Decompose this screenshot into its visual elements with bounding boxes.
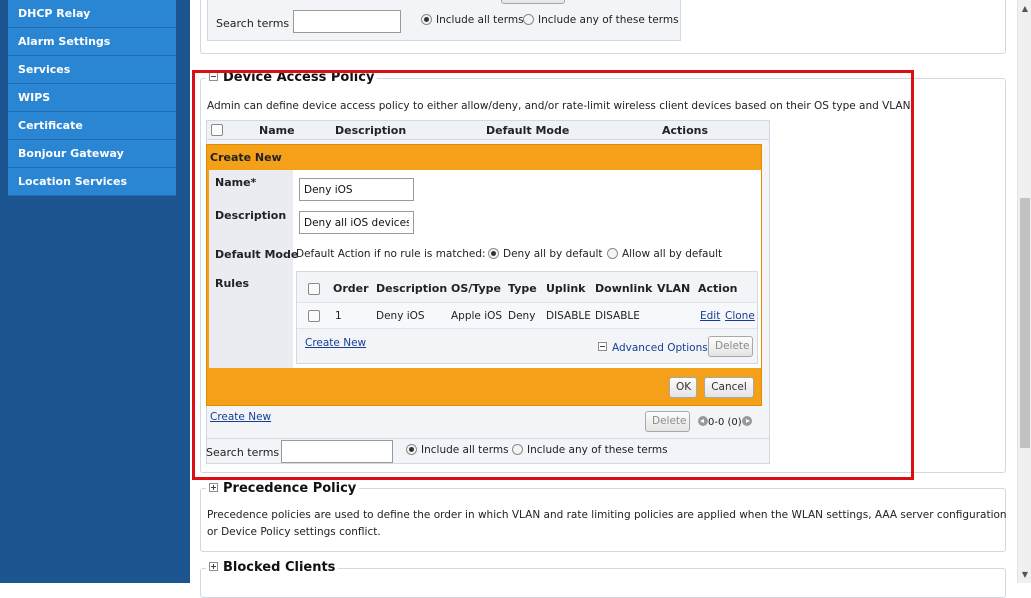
scroll-up-icon[interactable]: ▲ <box>1018 0 1031 17</box>
rules-col-action: Action <box>698 282 738 295</box>
rules-select-all-checkbox[interactable] <box>308 283 320 295</box>
top-search-box: Search terms Include all terms Include a… <box>207 0 681 41</box>
create-new-title: Create New <box>210 151 282 164</box>
rules-col-downlink: Downlink <box>595 282 653 295</box>
name-label: Name* <box>215 176 257 189</box>
advanced-options-toggle[interactable]: Advanced Options <box>598 342 708 354</box>
sidebar-item-dhcp-relay[interactable]: DHCP Relay <box>8 0 176 28</box>
next-page-icon[interactable] <box>741 416 752 426</box>
top-include-any[interactable]: Include any of these terms <box>523 14 679 26</box>
default-action-text: Default Action if no rule is matched: <box>296 248 486 260</box>
rule-edit-link[interactable]: Edit <box>700 310 720 322</box>
pager: 0-0 (0) <box>698 416 752 428</box>
rules-table: Order Description OS/Type Type Uplink Do… <box>296 271 758 364</box>
vertical-scrollbar[interactable]: ▲ ▼ <box>1017 0 1031 583</box>
rule-clone-link[interactable]: Clone <box>725 310 755 322</box>
scroll-down-icon[interactable]: ▼ <box>1018 566 1031 583</box>
include-any-radio[interactable] <box>523 14 534 25</box>
rule-downlink: DISABLE <box>595 310 640 322</box>
policy-search-label: Search terms <box>206 446 280 459</box>
rules-col-os-type: OS/Type <box>451 282 501 295</box>
create-new-link[interactable]: Create New <box>210 411 271 423</box>
sidebar-item-wips[interactable]: WIPS <box>8 84 176 112</box>
pager-text: 0-0 (0) <box>708 417 742 428</box>
sidebar-item-location-services[interactable]: Location Services <box>8 168 176 196</box>
previous-page-icon[interactable] <box>698 416 708 426</box>
collapse-icon[interactable] <box>209 72 218 81</box>
include-all-radio[interactable] <box>421 14 432 25</box>
select-all-checkbox[interactable] <box>211 124 223 136</box>
allow-all-option[interactable]: Allow all by default <box>607 248 722 260</box>
ok-button[interactable]: OK <box>669 377 697 398</box>
rule-os-type: Apple iOS <box>451 310 503 322</box>
sidebar-item-alarm-settings[interactable]: Alarm Settings <box>8 28 176 56</box>
policy-include-all[interactable]: Include all terms <box>406 444 509 456</box>
rule-type: Deny <box>508 310 536 322</box>
col-description: Description <box>335 124 407 137</box>
rules-col-vlan: VLAN <box>657 282 691 295</box>
policy-search-input[interactable] <box>281 440 393 463</box>
device-access-policy-description: Admin can define device access policy to… <box>207 100 914 112</box>
search-terms-label: Search terms <box>216 17 290 30</box>
blocked-clients-title[interactable]: Blocked Clients <box>206 560 339 575</box>
name-input[interactable] <box>299 178 414 201</box>
rules-create-new-link[interactable]: Create New <box>305 337 366 349</box>
top-search-input[interactable] <box>293 10 401 33</box>
include-any-radio[interactable] <box>512 444 523 455</box>
expand-icon[interactable] <box>209 483 218 492</box>
sidebar-item-certificate[interactable]: Certificate <box>8 112 176 140</box>
table-row: 1 Deny iOS Apple iOS Deny DISABLE DISABL… <box>297 302 757 329</box>
rules-label: Rules <box>215 277 250 290</box>
policy-search-row: Search terms Include all terms Include a… <box>206 438 770 464</box>
precedence-description-line2: or Device Policy settings conflict. <box>207 526 381 538</box>
policy-table-header: Name Description Default Mode Actions <box>206 120 770 140</box>
rule-row-checkbox[interactable] <box>308 310 320 322</box>
rules-delete-button[interactable]: Delete <box>708 336 753 357</box>
device-access-policy-title[interactable]: Device Access Policy <box>206 70 378 85</box>
col-name: Name <box>259 124 295 137</box>
form-label-column <box>209 170 293 368</box>
main-content: Search terms Include all terms Include a… <box>190 0 1017 598</box>
deny-all-radio[interactable] <box>488 248 499 259</box>
include-all-radio[interactable] <box>406 444 417 455</box>
sidebar-item-bonjour-gateway[interactable]: Bonjour Gateway <box>8 140 176 168</box>
rules-col-uplink: Uplink <box>546 282 586 295</box>
top-hidden-button[interactable] <box>501 0 565 4</box>
create-new-panel: Create New Name* Description Default Mod… <box>206 144 762 406</box>
precedence-description-line1: Precedence policies are used to define t… <box>207 509 1007 521</box>
description-input[interactable] <box>299 211 414 234</box>
top-section: Search terms Include all terms Include a… <box>200 0 1006 54</box>
policy-include-any[interactable]: Include any of these terms <box>512 444 668 456</box>
rules-col-type: Type <box>508 282 537 295</box>
rule-order: 1 <box>335 310 342 322</box>
sidebar-menu: DHCP Relay Alarm Settings Services WIPS … <box>8 0 176 196</box>
rule-description: Deny iOS <box>376 310 425 322</box>
col-actions: Actions <box>662 124 708 137</box>
collapse-icon[interactable] <box>598 342 607 351</box>
delete-button[interactable]: Delete <box>645 411 690 432</box>
precedence-policy-title[interactable]: Precedence Policy <box>206 481 360 496</box>
expand-icon[interactable] <box>209 562 218 571</box>
create-form: Name* Description Default Mode Default A… <box>209 170 761 368</box>
sidebar-item-services[interactable]: Services <box>8 56 176 84</box>
description-label: Description <box>215 209 287 222</box>
default-mode-label: Default Mode <box>215 248 299 261</box>
cancel-button[interactable]: Cancel <box>704 377 754 398</box>
top-include-all[interactable]: Include all terms <box>421 14 524 26</box>
deny-all-option[interactable]: Deny all by default <box>488 248 603 260</box>
scrollbar-thumb[interactable] <box>1020 198 1030 448</box>
rules-col-order: Order <box>333 282 369 295</box>
sidebar: DHCP Relay Alarm Settings Services WIPS … <box>0 0 190 583</box>
col-default-mode: Default Mode <box>486 124 570 137</box>
rule-uplink: DISABLE <box>546 310 591 322</box>
rules-col-description: Description <box>376 282 448 295</box>
allow-all-radio[interactable] <box>607 248 618 259</box>
